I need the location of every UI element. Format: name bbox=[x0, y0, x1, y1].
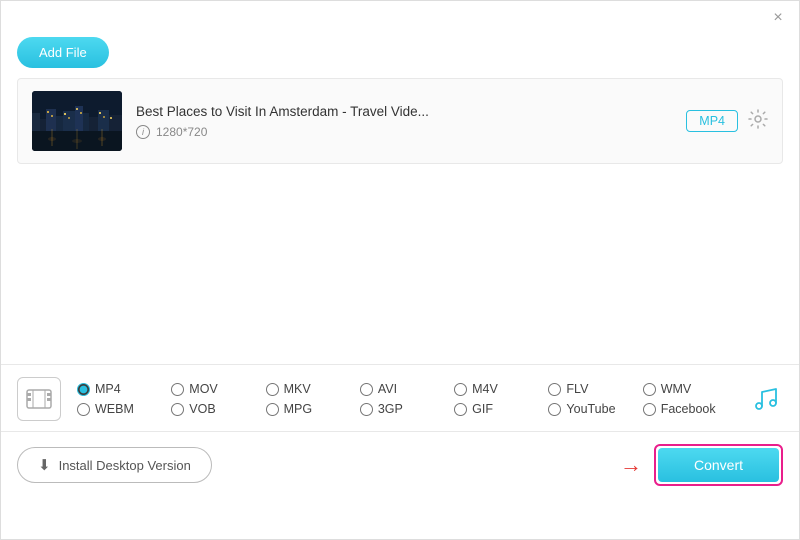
main-window: × Add File bbox=[0, 0, 800, 540]
file-actions: MP4 bbox=[686, 109, 768, 134]
install-label: Install Desktop Version bbox=[59, 458, 191, 473]
download-icon: ⬇ bbox=[38, 456, 51, 474]
format-video-icon bbox=[17, 377, 61, 421]
toolbar: Add File bbox=[1, 31, 799, 78]
title-bar: × bbox=[1, 1, 799, 31]
format-options: MP4 MOV MKV AVI M4V FLV WMV WEB bbox=[77, 382, 737, 416]
format-option-wmv[interactable]: WMV bbox=[643, 382, 737, 396]
file-list: Best Places to Visit In Amsterdam - Trav… bbox=[17, 78, 783, 164]
format-option-mkv[interactable]: MKV bbox=[266, 382, 360, 396]
bottom-bar: ⬇ Install Desktop Version → Convert bbox=[1, 431, 799, 498]
info-icon: i bbox=[136, 125, 150, 139]
empty-area bbox=[1, 164, 799, 364]
format-option-avi[interactable]: AVI bbox=[360, 382, 454, 396]
install-desktop-button[interactable]: ⬇ Install Desktop Version bbox=[17, 447, 212, 483]
format-bar: MP4 MOV MKV AVI M4V FLV WMV WEB bbox=[1, 364, 799, 431]
file-item: Best Places to Visit In Amsterdam - Trav… bbox=[18, 79, 782, 163]
music-icon[interactable] bbox=[747, 381, 783, 417]
format-option-flv[interactable]: FLV bbox=[548, 382, 642, 396]
format-option-mp4[interactable]: MP4 bbox=[77, 382, 171, 396]
format-option-m4v[interactable]: M4V bbox=[454, 382, 548, 396]
format-badge[interactable]: MP4 bbox=[686, 110, 738, 132]
close-button[interactable]: × bbox=[769, 9, 787, 27]
arrow-icon: → bbox=[620, 452, 642, 478]
format-option-vob[interactable]: VOB bbox=[171, 402, 265, 416]
format-option-mov[interactable]: MOV bbox=[171, 382, 265, 396]
format-option-gif[interactable]: GIF bbox=[454, 402, 548, 416]
add-file-button[interactable]: Add File bbox=[17, 37, 109, 68]
file-meta: i 1280*720 bbox=[136, 125, 672, 139]
convert-button[interactable]: Convert bbox=[658, 448, 779, 482]
format-option-youtube[interactable]: YouTube bbox=[548, 402, 642, 416]
file-resolution: 1280*720 bbox=[156, 125, 207, 139]
file-info: Best Places to Visit In Amsterdam - Trav… bbox=[136, 104, 672, 139]
file-title: Best Places to Visit In Amsterdam - Trav… bbox=[136, 104, 672, 119]
format-option-webm[interactable]: WEBM bbox=[77, 402, 171, 416]
format-option-facebook[interactable]: Facebook bbox=[643, 402, 737, 416]
convert-button-wrapper: Convert bbox=[654, 444, 783, 486]
format-option-mpg[interactable]: MPG bbox=[266, 402, 360, 416]
file-thumbnail bbox=[32, 91, 122, 151]
settings-button[interactable] bbox=[748, 109, 768, 134]
convert-area: → Convert bbox=[620, 444, 783, 486]
format-option-3gp[interactable]: 3GP bbox=[360, 402, 454, 416]
